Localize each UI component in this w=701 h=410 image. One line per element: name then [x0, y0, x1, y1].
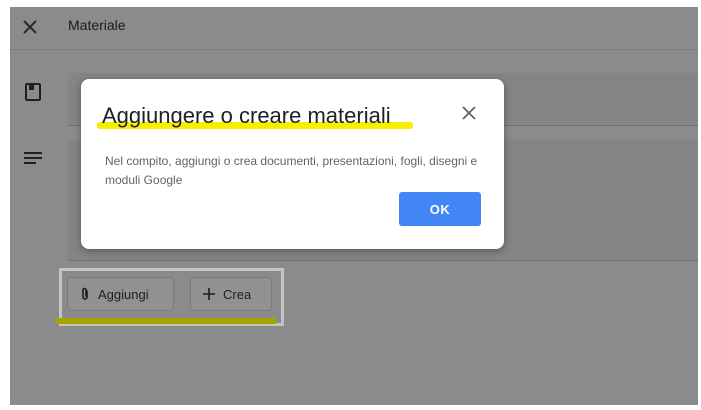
add-button[interactable]: Aggiungi: [67, 277, 174, 311]
add-button-label: Aggiungi: [98, 286, 149, 302]
close-icon[interactable]: [20, 17, 40, 37]
create-button[interactable]: Crea: [190, 277, 272, 311]
page-header: Materiale: [10, 7, 698, 50]
dialog-body: Nel compito, aggiungi o crea documenti, …: [105, 154, 478, 187]
lines-icon: [24, 152, 42, 164]
note-icon: [25, 83, 41, 101]
create-button-label: Crea: [223, 286, 252, 302]
add-materials-dialog: Aggiungere o creare materiali Nel compit…: [81, 79, 504, 249]
close-icon[interactable]: [461, 105, 477, 121]
paperclip-icon: [82, 287, 88, 300]
attach-buttons-underline: [56, 318, 276, 324]
ok-button[interactable]: OK: [399, 192, 481, 226]
screen: Materiale Aggiungi Crea Aggiungere o cre…: [0, 0, 701, 410]
dialog-title: Aggiungere o creare materiali: [102, 103, 391, 128]
plus-icon: [203, 288, 215, 300]
page-title: Materiale: [68, 17, 126, 33]
